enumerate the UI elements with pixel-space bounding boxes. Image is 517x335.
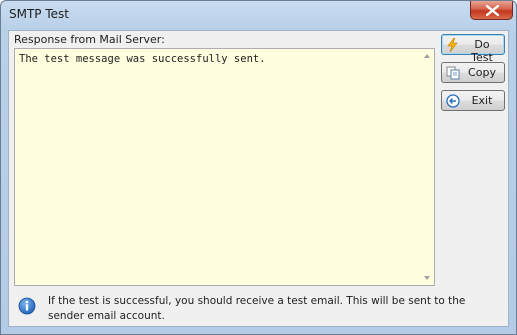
response-text: The test message was successfully sent. xyxy=(19,53,266,65)
close-button[interactable] xyxy=(470,1,513,20)
smtp-test-window: SMTP Test Response from Mail Server: The… xyxy=(0,0,517,335)
copy-label: Copy xyxy=(468,66,496,79)
do-test-button[interactable]: Do Test xyxy=(441,34,505,64)
exit-button[interactable]: Exit xyxy=(441,90,505,111)
copy-button[interactable]: Copy xyxy=(441,62,505,83)
info-message: If the test is successful, you should re… xyxy=(48,295,466,322)
do-test-label: Do Test xyxy=(471,38,493,64)
scroll-up-arrow-icon[interactable] xyxy=(424,54,430,58)
exit-label: Exit xyxy=(471,94,493,107)
lightning-icon xyxy=(447,38,458,52)
response-textbox[interactable]: The test message was successfully sent. xyxy=(14,48,435,286)
info-icon xyxy=(18,297,36,315)
response-label: Response from Mail Server: xyxy=(14,33,165,46)
close-icon xyxy=(486,5,499,16)
copy-icon xyxy=(446,66,460,80)
title-bar[interactable]: SMTP Test xyxy=(1,1,516,27)
dialog-content: Response from Mail Server: The test mess… xyxy=(8,30,509,327)
scroll-down-arrow-icon[interactable] xyxy=(424,276,430,280)
exit-arrow-icon xyxy=(446,94,460,108)
window-title: SMTP Test xyxy=(9,7,69,21)
